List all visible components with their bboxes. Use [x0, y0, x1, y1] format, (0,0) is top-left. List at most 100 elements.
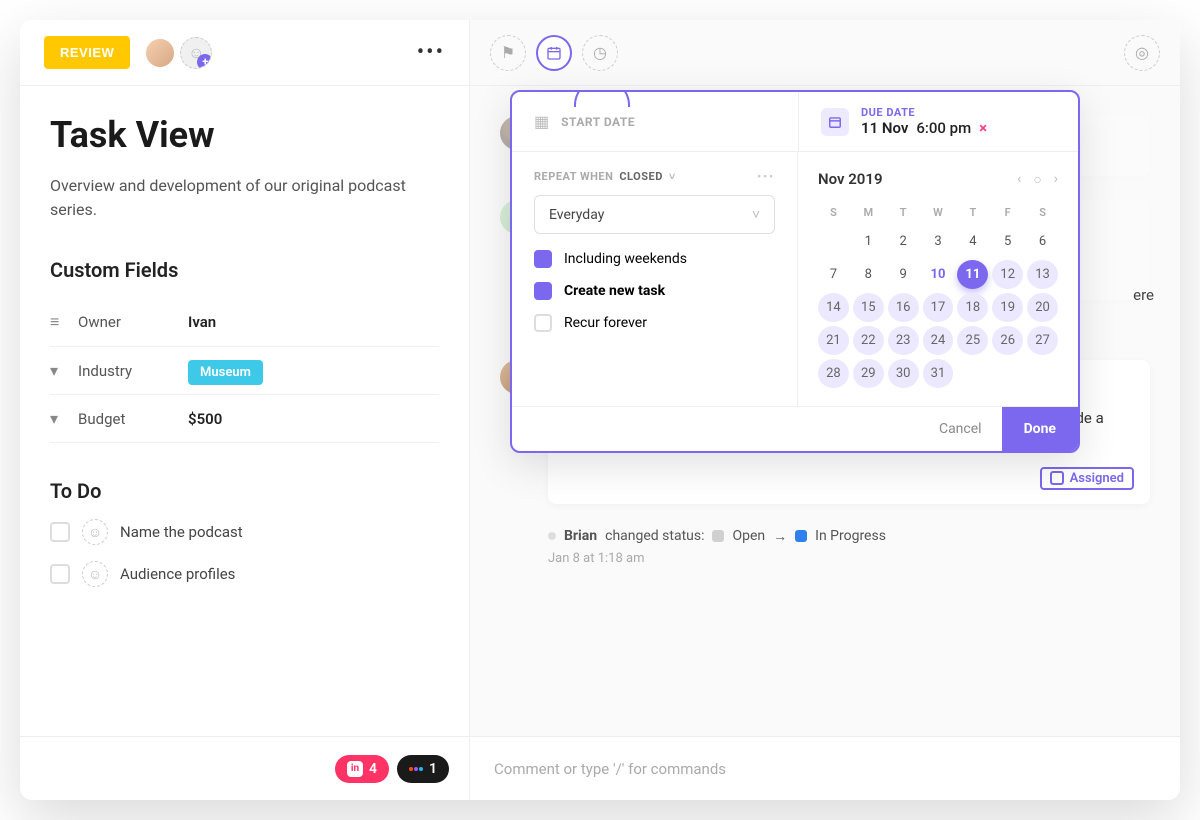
calendar-day[interactable]: 25: [957, 326, 988, 355]
more-icon[interactable]: •••: [757, 170, 775, 183]
task-description: Overview and development of our original…: [50, 174, 439, 222]
eye-icon[interactable]: ◎: [1124, 35, 1160, 71]
checkbox[interactable]: [50, 564, 70, 584]
assigned-tag[interactable]: Assigned: [1040, 467, 1134, 490]
due-date-value: 11 Nov: [861, 119, 908, 137]
calendar-day[interactable]: 16: [888, 293, 919, 322]
cancel-button[interactable]: Cancel: [919, 407, 1002, 451]
next-month-button[interactable]: ›: [1054, 171, 1058, 187]
repeat-frequency-select[interactable]: Everyday ˅: [534, 195, 775, 234]
calendar-day[interactable]: 19: [992, 293, 1023, 322]
cf-row-industry: ▾ Industry Museum: [50, 347, 439, 395]
cf-label: Budget: [78, 410, 188, 428]
cf-row-budget: ▾ Budget $500: [50, 395, 439, 443]
status-actor: Brian: [564, 528, 597, 544]
add-assignee-button[interactable]: ☺ +: [180, 37, 212, 69]
clear-date-button[interactable]: ×: [979, 119, 987, 137]
calendar-day[interactable]: 12: [992, 260, 1023, 289]
calendar-icon: [821, 108, 849, 136]
dropdown-icon: ▾: [50, 409, 78, 428]
calendar-day[interactable]: 5: [992, 227, 1023, 256]
calendar-day[interactable]: 23: [888, 326, 919, 355]
calendar-day[interactable]: 15: [853, 293, 884, 322]
flag-icon[interactable]: ⚑: [490, 35, 526, 71]
calendar-day[interactable]: 24: [923, 326, 954, 355]
calendar-day[interactable]: 26: [992, 326, 1023, 355]
option-weekends[interactable]: Including weekends: [534, 250, 775, 268]
figma-pill[interactable]: 1: [397, 755, 449, 783]
calendar-dow: W: [923, 202, 954, 223]
calendar-day[interactable]: 27: [1027, 326, 1058, 355]
todo-label: Name the podcast: [120, 523, 243, 541]
calendar-day[interactable]: 4: [957, 227, 988, 256]
left-footer: in 4 1: [20, 736, 469, 800]
popover-header: ▦ START DATE DUE DATE 11 Nov 6:00 pm ×: [512, 92, 1078, 152]
option-label: Recur forever: [564, 315, 647, 331]
clock-icon[interactable]: ◷: [582, 35, 618, 71]
comment-input[interactable]: Comment or type '/' for commands: [470, 736, 1180, 800]
done-button[interactable]: Done: [1002, 407, 1078, 451]
calendar-day[interactable]: 22: [853, 326, 884, 355]
calendar-day[interactable]: 11: [957, 260, 988, 289]
status-text: changed status:: [605, 528, 704, 544]
todo-heading: To Do: [50, 479, 439, 503]
calendar-icon[interactable]: [536, 35, 572, 71]
calendar-grid: SMTWTFS123456789101112131415161718192021…: [818, 202, 1058, 388]
calendar-dow: M: [853, 202, 884, 223]
calendar-panel: Nov 2019 ‹ ○ › SMTWTFS123456789101112131…: [798, 152, 1078, 406]
checkbox[interactable]: [50, 522, 70, 542]
checkbox[interactable]: [534, 250, 552, 268]
calendar-dow: T: [888, 202, 919, 223]
calendar-day: [1027, 359, 1058, 388]
checkbox[interactable]: [534, 282, 552, 300]
checkbox[interactable]: [534, 314, 552, 332]
calendar-day[interactable]: 30: [888, 359, 919, 388]
option-new-task[interactable]: Create new task: [534, 282, 775, 300]
more-menu-button[interactable]: •••: [417, 40, 445, 65]
calendar-day[interactable]: 7: [818, 260, 849, 289]
status-change-line: Brian changed status: Open → In Progress: [548, 528, 1150, 545]
assign-icon[interactable]: ☺: [82, 519, 108, 545]
calendar-day[interactable]: 20: [1027, 293, 1058, 322]
status-to: In Progress: [815, 528, 886, 544]
chevron-down-icon[interactable]: ˅: [669, 170, 676, 183]
calendar-day[interactable]: 18: [957, 293, 988, 322]
calendar-header: Nov 2019 ‹ ○ ›: [818, 170, 1058, 188]
plus-badge-icon: +: [197, 54, 212, 69]
calendar-dow: F: [992, 202, 1023, 223]
avatar[interactable]: [144, 37, 176, 69]
calendar-day[interactable]: 28: [818, 359, 849, 388]
calendar-day[interactable]: 8: [853, 260, 884, 289]
calendar-day[interactable]: 9: [888, 260, 919, 289]
option-label: Create new task: [564, 283, 665, 299]
assign-icon[interactable]: ☺: [82, 561, 108, 587]
start-date-field[interactable]: ▦ START DATE: [512, 92, 798, 151]
calendar-day[interactable]: 31: [923, 359, 954, 388]
calendar-day[interactable]: 13: [1027, 260, 1058, 289]
status-chip-open: [712, 530, 724, 542]
calendar-day[interactable]: 14: [818, 293, 849, 322]
today-button[interactable]: ○: [1033, 171, 1041, 188]
app-window: REVIEW ☺ + ••• Task View Overview and de…: [20, 20, 1180, 800]
calendar-day[interactable]: 29: [853, 359, 884, 388]
option-recur-forever[interactable]: Recur forever: [534, 314, 775, 332]
todo-item[interactable]: ☺ Audience profiles: [50, 561, 439, 587]
industry-tag[interactable]: Museum: [188, 360, 263, 385]
prev-month-button[interactable]: ‹: [1017, 171, 1021, 187]
todo-item[interactable]: ☺ Name the podcast: [50, 519, 439, 545]
due-date-field[interactable]: DUE DATE 11 Nov 6:00 pm ×: [798, 92, 1078, 151]
invision-pill[interactable]: in 4: [335, 755, 389, 783]
calendar-day[interactable]: 3: [923, 227, 954, 256]
cf-row-owner: ≡ Owner Ivan: [50, 298, 439, 347]
review-button[interactable]: REVIEW: [44, 36, 130, 69]
repeat-state: CLOSED: [619, 170, 663, 183]
calendar-day[interactable]: 1: [853, 227, 884, 256]
calendar-day[interactable]: 17: [923, 293, 954, 322]
cf-value[interactable]: Ivan: [188, 313, 216, 331]
calendar-day[interactable]: 6: [1027, 227, 1058, 256]
calendar-day[interactable]: 2: [888, 227, 919, 256]
cf-value[interactable]: $500: [188, 410, 222, 428]
calendar-day[interactable]: 10: [923, 260, 954, 289]
status-from: Open: [732, 528, 765, 544]
calendar-day[interactable]: 21: [818, 326, 849, 355]
